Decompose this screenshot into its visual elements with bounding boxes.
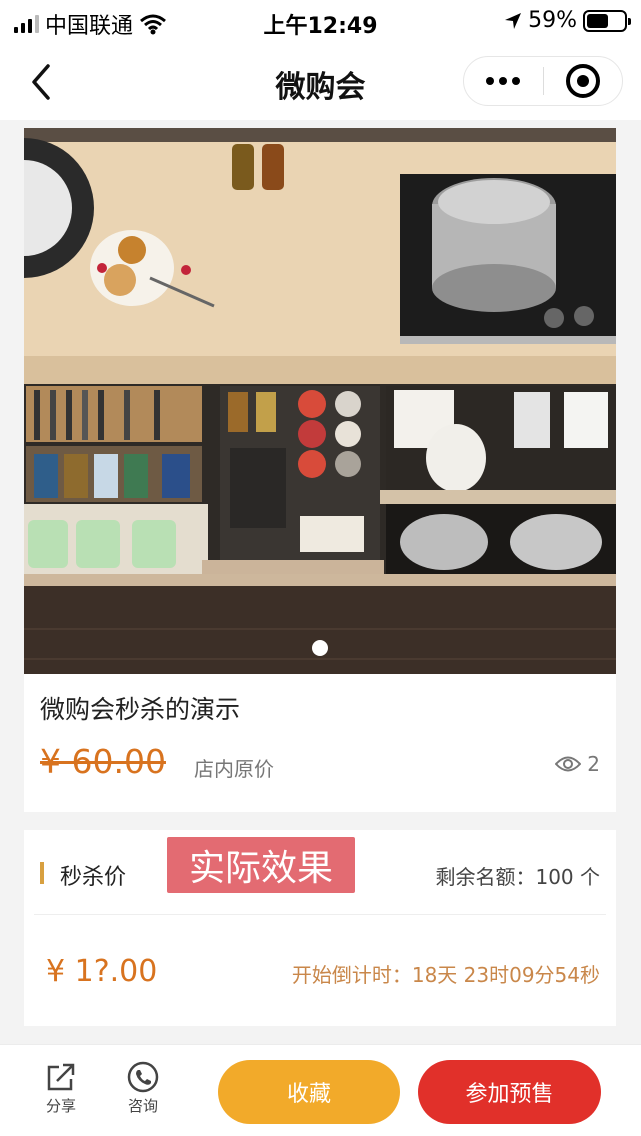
eye-icon xyxy=(555,756,582,772)
flash-sale-price: ¥ 1?.00 xyxy=(46,954,158,989)
battery-fill xyxy=(587,13,609,28)
more-dot-icon xyxy=(512,77,521,85)
product-title: 微购会秒杀的演示 xyxy=(40,695,241,724)
countdown-timer: 开始倒计时：18天 23时09分54秒 xyxy=(291,963,600,987)
remaining-quota: 剩余名额：100 个 xyxy=(435,865,600,889)
share-label: 分享 xyxy=(45,1097,76,1115)
status-bar: 中国联通 上午12:49 59% xyxy=(0,0,641,44)
flash-sale-card: 秒杀价 实际效果 剩余名额：100 个 ¥ 1?.00 开始倒计时：18天 23… xyxy=(24,830,616,1026)
view-count-value: 2 xyxy=(587,752,600,776)
battery-icon xyxy=(583,9,631,32)
favorite-button[interactable]: 收藏 xyxy=(218,1060,400,1124)
flash-sale-label: 秒杀价 xyxy=(60,865,127,890)
original-price-label: 店内原价 xyxy=(194,757,274,781)
consult-label: 咨询 xyxy=(127,1097,158,1115)
phone-icon xyxy=(127,1061,159,1093)
more-dot-icon xyxy=(486,77,495,85)
location-arrow-icon xyxy=(505,12,522,29)
more-button[interactable] xyxy=(464,57,543,105)
kitchen-drawers-image xyxy=(24,128,616,674)
section-accent-bar xyxy=(40,862,44,884)
bottom-action-bar: 分享 咨询 收藏 参加预售 xyxy=(0,1044,641,1136)
join-presale-button[interactable]: 参加预售 xyxy=(418,1060,601,1124)
mini-program-capsule xyxy=(463,56,623,106)
close-mini-program-button[interactable] xyxy=(544,57,623,105)
share-icon xyxy=(47,1063,75,1091)
share-button[interactable]: 分享 xyxy=(36,1061,86,1116)
original-price: ¥ 60.00 xyxy=(40,742,166,781)
view-count: 2 xyxy=(555,752,600,776)
target-circle-icon xyxy=(565,64,600,98)
battery-percent: 59% xyxy=(528,8,577,33)
product-card: 微购会秒杀的演示 ¥ 60.00 店内原价 2 xyxy=(24,128,616,812)
more-dot-icon xyxy=(499,77,508,85)
status-right: 59% xyxy=(504,8,631,33)
consult-button[interactable]: 咨询 xyxy=(118,1061,168,1116)
effect-badge: 实际效果 xyxy=(167,837,355,893)
nav-bar: 微购会 xyxy=(0,44,641,120)
carousel-dot-active[interactable] xyxy=(312,640,328,656)
divider xyxy=(34,914,606,915)
product-image-carousel[interactable] xyxy=(24,128,616,674)
